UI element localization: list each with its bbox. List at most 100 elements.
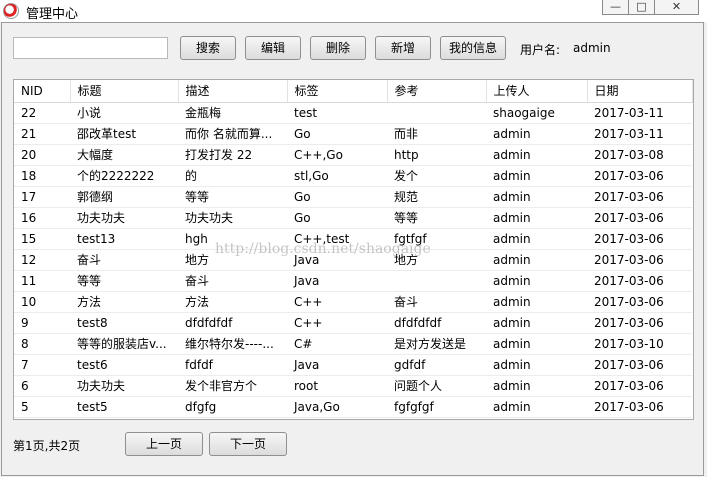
cell-reference: 是对方发送是 <box>387 333 486 355</box>
table-body: 22 小说 金瓶梅 test shaogaige 2017-03-11 21 邵改革test 而… <box>14 102 692 418</box>
data-grid[interactable]: NID 标题 描述 标签 参考 上传人 日期 22 小说 金瓶梅 test shaoga… <box>13 79 694 420</box>
cell-nid: 18 <box>14 165 70 187</box>
column-header-date[interactable]: 日期 <box>587 80 693 103</box>
cell-title: 大幅度 <box>70 144 178 166</box>
cell-title: 功夫功夫 <box>70 375 178 397</box>
table-row[interactable]: 11 等等 奋斗 Java admin 2017-03-06 <box>14 270 692 292</box>
table-row[interactable]: 21 邵改革test 而你 名就而算... Go 而非 admin 2017-03-11 <box>14 123 692 145</box>
table-row[interactable]: 10 方法 方法 C++ 奋斗 admin 2017-03-06 <box>14 291 692 313</box>
cell-uploader: admin <box>486 144 587 166</box>
cell-uploader: admin <box>486 228 587 250</box>
cell-title: test6 <box>70 354 178 376</box>
cell-uploader: shaogaige <box>486 102 587 124</box>
cell-uploader: admin <box>486 375 587 397</box>
cell-date: 2017-03-06 <box>587 291 692 313</box>
close-button[interactable]: ✕ <box>654 0 699 15</box>
cell-date: 2017-03-11 <box>587 123 692 145</box>
cell-nid: 17 <box>14 186 70 208</box>
table-row[interactable]: 12 奋斗 地方 Java 地方 admin 2017-03-06 <box>14 249 692 271</box>
cell-nid: 21 <box>14 123 70 145</box>
cell-date: 2017-03-06 <box>587 249 692 271</box>
table-row[interactable]: 9 test8 dfdfdfdf C++ dfdfdfdf admin 2017-03-06 <box>14 312 692 334</box>
table-row[interactable]: 16 功夫功夫 功夫功夫 Go 等等 admin 2017-03-06 <box>14 207 692 229</box>
cell-description: 地方 <box>178 249 287 271</box>
cell-tags: Go <box>287 186 387 208</box>
delete-button[interactable]: 删除 <box>310 36 366 60</box>
cell-uploader: admin <box>486 291 587 313</box>
my-info-button[interactable]: 我的信息 <box>440 36 506 60</box>
cell-description: 维尔特尔发----... <box>178 333 287 355</box>
cell-nid: 5 <box>14 396 70 418</box>
cell-date: 2017-03-06 <box>587 396 692 418</box>
column-header-title[interactable]: 标题 <box>70 80 179 103</box>
column-header-reference[interactable]: 参考 <box>387 80 487 103</box>
cell-nid: 7 <box>14 354 70 376</box>
cell-uploader: admin <box>486 270 587 292</box>
cell-description: 的 <box>178 165 287 187</box>
cell-reference <box>387 270 486 292</box>
cell-description: 而你 名就而算... <box>178 123 287 145</box>
cell-reference: gdfdf <box>387 354 486 376</box>
cell-title: 邵改革test <box>70 123 178 145</box>
cell-nid: 16 <box>14 207 70 229</box>
table-row[interactable]: 22 小说 金瓶梅 test shaogaige 2017-03-11 <box>14 102 692 124</box>
cell-description: fdfdf <box>178 354 287 376</box>
cell-uploader: admin <box>486 396 587 418</box>
table-row[interactable]: 5 test5 dfgfg Java,Go fgfgfgf admin 2017-03-06 <box>14 396 692 418</box>
cell-description: 方法 <box>178 291 287 313</box>
table-row[interactable]: 8 等等的服装店v... 维尔特尔发----... C# 是对方发送是 admin 2017… <box>14 333 692 355</box>
cell-title: 个的2222222 <box>70 165 178 187</box>
edit-button[interactable]: 编辑 <box>245 36 301 60</box>
cell-tags: root <box>287 375 387 397</box>
cell-title: 功夫功夫 <box>70 207 178 229</box>
cell-reference <box>387 102 486 124</box>
cell-title: test5 <box>70 396 178 418</box>
cell-reference: fgtfgf <box>387 228 486 250</box>
search-input[interactable] <box>13 37 168 59</box>
cell-nid: 22 <box>14 102 70 124</box>
column-header-tags[interactable]: 标签 <box>287 80 388 103</box>
cell-tags: Java,Go <box>287 396 387 418</box>
search-button[interactable]: 搜索 <box>180 36 236 60</box>
cell-reference: 等等 <box>387 207 486 229</box>
maximize-button[interactable]: □ <box>628 0 655 15</box>
cell-date: 2017-03-10 <box>587 333 692 355</box>
cell-reference: 规范 <box>387 186 486 208</box>
table-row[interactable]: 7 test6 fdfdf Java gdfdf admin 2017-03-06 <box>14 354 692 376</box>
cell-description: 奋斗 <box>178 270 287 292</box>
minimize-button[interactable]: — <box>602 0 629 15</box>
cell-title: 等等的服装店v... <box>70 333 178 355</box>
cell-nid: 11 <box>14 270 70 292</box>
page-status: 第1页,共2页 <box>13 439 81 453</box>
cell-tags: C++ <box>287 312 387 334</box>
data-table: NID 标题 描述 标签 参考 上传人 日期 22 小说 金瓶梅 test shaoga… <box>14 80 693 418</box>
column-header-nid[interactable]: NID <box>14 80 71 103</box>
cell-tags: Java <box>287 249 387 271</box>
table-row[interactable]: 18 个的2222222 的 stl,Go 发个 admin 2017-03-06 <box>14 165 692 187</box>
header-row: NID 标题 描述 标签 参考 上传人 日期 <box>14 80 693 103</box>
next-page-button[interactable]: 下一页 <box>209 432 287 456</box>
table-row[interactable]: 20 大幅度 打发打发 22 C++,Go http admin 2017-03-08 <box>14 144 692 166</box>
cell-reference: 地方 <box>387 249 486 271</box>
cell-description: dfdfdfdf <box>178 312 287 334</box>
cell-date: 2017-03-06 <box>587 270 692 292</box>
cell-uploader: admin <box>486 312 587 334</box>
cell-nid: 10 <box>14 291 70 313</box>
cell-date: 2017-03-11 <box>587 102 692 124</box>
cell-reference: 而非 <box>387 123 486 145</box>
cell-date: 2017-03-06 <box>587 354 692 376</box>
cell-title: 小说 <box>70 102 178 124</box>
cell-tags: C++ <box>287 291 387 313</box>
table-row[interactable]: 15 test13 hgh C++,test fgtfgf admin 2017-03-06 <box>14 228 692 250</box>
add-button[interactable]: 新增 <box>375 36 431 60</box>
title-bar[interactable]: 管理中心 — □ ✕ <box>0 0 707 22</box>
cell-tags: stl,Go <box>287 165 387 187</box>
table-row[interactable]: 17 郭德纲 等等 Go 规范 admin 2017-03-06 <box>14 186 692 208</box>
cell-date: 2017-03-08 <box>587 144 692 166</box>
table-row[interactable]: 6 功夫功夫 发个非官方个 root 问题个人 admin 2017-03-06 <box>14 375 692 397</box>
window-title: 管理中心 <box>26 7 79 22</box>
cell-reference: 发个 <box>387 165 486 187</box>
column-header-uploader[interactable]: 上传人 <box>486 80 588 103</box>
prev-page-button[interactable]: 上一页 <box>125 432 203 456</box>
column-header-description[interactable]: 描述 <box>178 80 288 103</box>
